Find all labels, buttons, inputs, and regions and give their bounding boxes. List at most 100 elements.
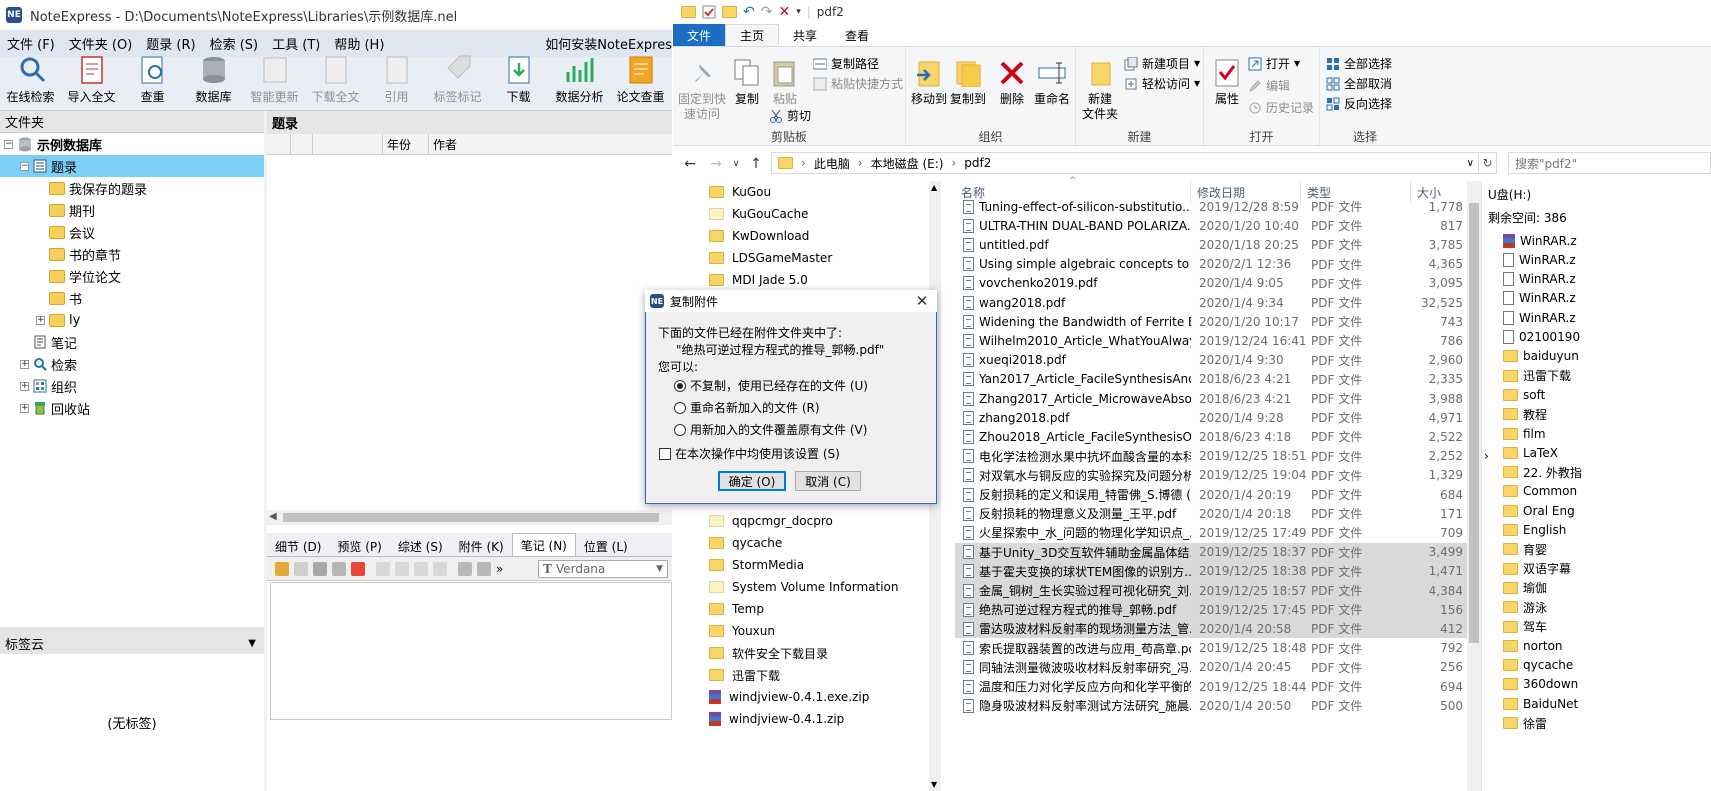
tab-view[interactable]: 查看 bbox=[831, 24, 883, 46]
horizontal-scrollbar[interactable]: ◀ bbox=[267, 510, 672, 525]
file-row[interactable]: 雷达吸波材料反射率的现场测量方法_管... 2020/1/4 20:58 PDF 文… bbox=[955, 619, 1467, 639]
nav-item[interactable]: windjview-0.4.1.exe.zip bbox=[709, 686, 869, 708]
detail-tab[interactable]: 细节 (D) bbox=[267, 536, 329, 556]
drive-item[interactable]: BaiduNet bbox=[1503, 694, 1578, 713]
tree-item-folder[interactable]: 我保存的题录 bbox=[36, 177, 147, 199]
dropdown-arrow-icon[interactable]: ▼ bbox=[248, 638, 256, 649]
properties-button[interactable]: 属性 bbox=[1210, 57, 1244, 107]
tree-item-search[interactable]: + 检索 bbox=[20, 353, 77, 375]
save-all-icon[interactable] bbox=[332, 561, 346, 576]
redo-icon[interactable] bbox=[477, 561, 491, 576]
file-row[interactable]: Tuning-effect-of-silicon-substitutio... 2… bbox=[955, 197, 1467, 216]
toolbar-button[interactable]: 下载 bbox=[488, 56, 549, 110]
tree-item-folder[interactable]: 会议 bbox=[36, 221, 95, 243]
chevron-down-icon[interactable]: ∨ bbox=[1467, 158, 1474, 169]
file-row[interactable]: 反射损耗的物理意义及测量_王平.pdf 2020/1/4 20:18 PDF 文件 1… bbox=[955, 504, 1467, 523]
drive-item[interactable]: WinRAR.z bbox=[1503, 231, 1577, 250]
nav-item[interactable]: windjview-0.4.1.zip bbox=[709, 708, 844, 730]
nav-item[interactable]: StormMedia bbox=[709, 554, 804, 576]
tree-item-folder[interactable]: 期刊 bbox=[36, 199, 95, 221]
paste-special-icon[interactable] bbox=[433, 561, 447, 576]
undo-icon[interactable] bbox=[458, 561, 472, 576]
breadcrumb-folder[interactable]: pdf2 bbox=[964, 156, 991, 170]
invert-selection-button[interactable]: 反向选择 bbox=[1326, 95, 1392, 112]
tab-file[interactable]: 文件 bbox=[673, 24, 726, 46]
column-header[interactable] bbox=[291, 134, 313, 154]
file-row[interactable]: 绝热可逆过程方程式的推导_郭畅.pdf 2019/12/25 17:45 PDF 文… bbox=[955, 600, 1467, 620]
file-row[interactable]: 同轴法测量微波吸收材料反射率研究_冯... 2020/1/4 20:45 PDF 文… bbox=[955, 658, 1467, 677]
option-overwrite[interactable]: 用新加入的文件覆盖原有文件 (V) bbox=[674, 421, 867, 438]
file-row[interactable]: 温度和压力对化学反应方向和化学平衡的... 2019/12/25 18:44 PDF… bbox=[955, 677, 1467, 696]
expand-icon[interactable]: + bbox=[36, 315, 45, 325]
menu-folder[interactable]: 文件夹 (O) bbox=[62, 34, 140, 53]
toolbar-button[interactable]: 引用 bbox=[366, 56, 427, 110]
copy-icon[interactable] bbox=[395, 561, 409, 576]
lock-icon[interactable] bbox=[275, 561, 289, 576]
expand-icon[interactable]: + bbox=[20, 381, 29, 391]
column-author[interactable]: 作者 bbox=[429, 134, 672, 154]
drive-item[interactable]: 双语字幕 bbox=[1503, 559, 1571, 578]
drive-item[interactable]: WinRAR.z bbox=[1503, 289, 1576, 308]
tree-item-folder[interactable]: 书的章节 bbox=[36, 243, 121, 265]
radio-button[interactable] bbox=[674, 423, 686, 436]
file-row[interactable]: zhang2018.pdf 2020/1/4 9:28 PDF 文件 4,971 bbox=[955, 408, 1467, 427]
history-button[interactable]: 历史记录 bbox=[1248, 99, 1314, 116]
paste-button[interactable]: 粘贴 bbox=[767, 57, 803, 107]
more-icon[interactable]: » bbox=[496, 562, 503, 576]
toolbar-button[interactable]: 智能更新 bbox=[244, 57, 305, 110]
column-year[interactable]: 年份 bbox=[383, 134, 429, 154]
file-row[interactable]: wang2018.pdf 2020/1/4 9:34 PDF 文件 32,525 bbox=[955, 293, 1467, 312]
expand-arrow-icon[interactable]: › bbox=[1484, 449, 1489, 463]
nav-item[interactable]: System Volume Information bbox=[709, 576, 898, 598]
menu-tools[interactable]: 工具 (T) bbox=[265, 34, 327, 53]
file-row[interactable]: Zhang2017_Article_MicrowaveAbsorp... 2018… bbox=[955, 389, 1467, 408]
tab-share[interactable]: 共享 bbox=[779, 24, 831, 46]
file-row[interactable]: Wilhelm2010_Article_WhatYouAlways... 2019… bbox=[955, 331, 1467, 350]
file-row[interactable]: Widening the Bandwidth of Ferrite El... 2… bbox=[955, 312, 1467, 331]
menu-file[interactable]: 文件 (F) bbox=[0, 34, 62, 53]
expand-icon[interactable]: + bbox=[20, 359, 29, 369]
properties-icon[interactable] bbox=[702, 5, 716, 19]
file-row[interactable]: 火星探索中_水_问题的物理化学知识点_... 2019/12/25 17:49 PD… bbox=[955, 523, 1467, 542]
redo-icon[interactable]: ↷ bbox=[761, 4, 773, 20]
note-editor[interactable] bbox=[270, 582, 672, 720]
drive-item[interactable]: 徐雷 bbox=[1503, 714, 1547, 733]
menu-records[interactable]: 题录 (R) bbox=[139, 34, 202, 53]
easy-access-button[interactable]: 轻松访问 ▼ bbox=[1124, 75, 1200, 92]
file-row[interactable]: Zhou2018_Article_FacileSynthesisOfTh... 2… bbox=[955, 427, 1467, 446]
drive-item[interactable]: norton bbox=[1503, 636, 1563, 655]
drive-item[interactable]: 瑜伽 bbox=[1503, 578, 1547, 597]
drive-item[interactable]: 迅雷下载 bbox=[1503, 366, 1571, 385]
drive-item[interactable]: soft bbox=[1503, 385, 1545, 404]
paste-shortcut-button[interactable]: 粘贴快捷方式 bbox=[813, 75, 903, 92]
nav-item[interactable]: LDSGameMaster bbox=[709, 247, 832, 269]
new-item-button[interactable]: 新建项目 ▼ bbox=[1124, 55, 1200, 72]
back-arrow-icon[interactable]: ← bbox=[677, 149, 703, 179]
cut-icon[interactable] bbox=[376, 561, 390, 576]
drive-item[interactable]: WinRAR.z bbox=[1503, 250, 1576, 269]
quick-access-dropdown-icon[interactable]: ▾ bbox=[796, 7, 801, 17]
drive-item[interactable]: 02100190 bbox=[1503, 328, 1580, 347]
pin-button[interactable]: 固定到快 速访问 bbox=[677, 57, 727, 122]
drive-item[interactable]: English bbox=[1503, 521, 1566, 540]
file-row[interactable]: 隐身吸波材料反射率测试方法研究_施晨... 2020/1/4 20:50 PDF 文… bbox=[955, 696, 1467, 715]
install-tip-link[interactable]: 如何安装NoteExpres bbox=[538, 34, 672, 53]
file-row[interactable]: 基于Unity_3D交互软件辅助金属晶体结... 2019/12/25 18:37… bbox=[955, 542, 1467, 562]
tree-item-recycle[interactable]: + 回收站 bbox=[20, 397, 90, 419]
drive-item[interactable]: qycache bbox=[1503, 656, 1573, 675]
save-icon[interactable] bbox=[294, 561, 308, 576]
new-folder-icon[interactable] bbox=[722, 6, 737, 18]
select-all-button[interactable]: 全部选择 bbox=[1326, 55, 1392, 72]
drive-item[interactable]: 育婴 bbox=[1503, 540, 1547, 559]
new-folder-button[interactable]: 新建 文件夹 bbox=[1080, 57, 1120, 122]
nav-item[interactable]: 软件安全下载目录 bbox=[709, 642, 828, 664]
expand-icon[interactable]: + bbox=[20, 403, 29, 413]
tree-item-folder[interactable]: 学位论文 bbox=[36, 265, 121, 287]
radio-button[interactable] bbox=[674, 379, 686, 392]
file-row[interactable]: untitled.pdf 2020/1/18 20:25 PDF 文件 3,785 bbox=[955, 235, 1467, 254]
nav-item[interactable]: 迅雷下载 bbox=[709, 664, 780, 686]
file-row[interactable]: 索氏提取器装置的改进与应用_苟高章.pdf 2019/12/25 18:48 PDF… bbox=[955, 639, 1467, 658]
open-button[interactable]: 打开 ▼ bbox=[1248, 55, 1300, 72]
drive-item[interactable]: Oral Eng bbox=[1503, 501, 1575, 520]
drive-item[interactable]: 教程 bbox=[1503, 405, 1547, 424]
